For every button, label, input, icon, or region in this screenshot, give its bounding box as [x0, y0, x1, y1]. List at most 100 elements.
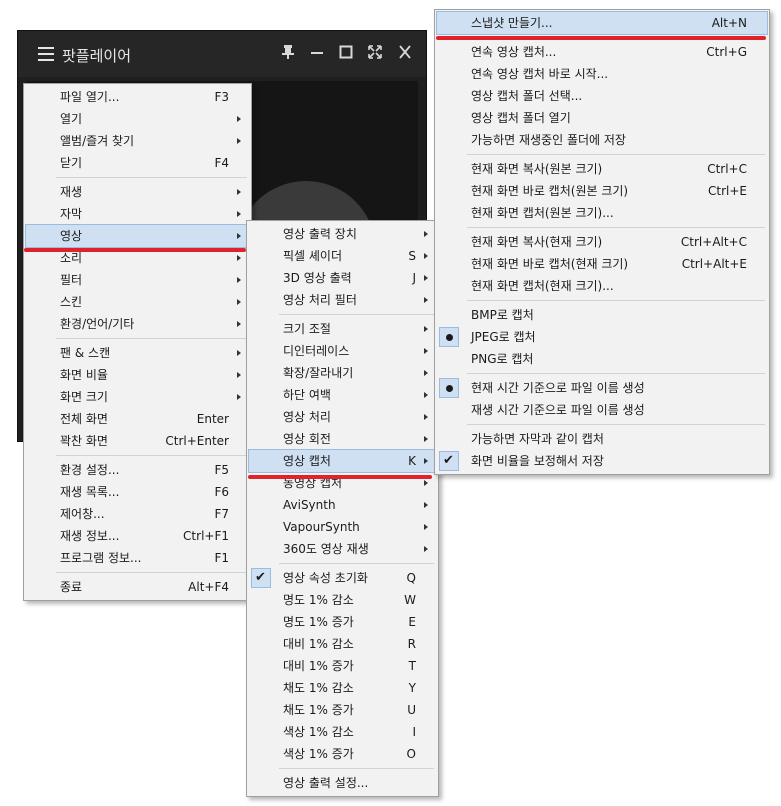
- main-menu-item[interactable]: 재생: [26, 181, 249, 203]
- capture-menu-item-label: 영상 캡처 폴더 선택...: [471, 89, 583, 103]
- capture-menu-item[interactable]: 재생 시간 기준으로 파일 이름 생성: [437, 399, 767, 421]
- main-menu-item-shortcut: F6: [214, 485, 229, 499]
- video-menu-item[interactable]: 영상 처리 필터: [249, 289, 436, 311]
- main-menu-item[interactable]: 재생 목록... F6: [26, 481, 249, 503]
- video-menu-item[interactable]: ✔ 영상 속성 초기화 Q: [249, 567, 436, 589]
- main-menu-item[interactable]: 자막: [26, 203, 249, 225]
- video-menu-item-label: 확장/잘라내기: [283, 366, 354, 380]
- video-menu-item[interactable]: 대비 1% 증가 T: [249, 655, 436, 677]
- capture-menu-item-label: 현재 화면 캡처(현재 크기)...: [471, 279, 614, 293]
- capture-menu-item-label: 현재 화면 바로 캡처(현재 크기): [471, 257, 629, 271]
- capture-menu-item[interactable]: 연속 영상 캡처 바로 시작...: [437, 63, 767, 85]
- video-menu-item-label: 크기 조절: [283, 322, 331, 336]
- main-menu-item-shortcut: F4: [214, 156, 229, 170]
- fullscreen-icon[interactable]: [365, 44, 385, 64]
- capture-menu-item[interactable]: 현재 화면 캡처(원본 크기)...: [437, 202, 767, 224]
- capture-menu-item[interactable]: 스냅샷 만들기... Alt+N: [436, 11, 768, 35]
- video-menu-item[interactable]: 색상 1% 증가 O: [249, 743, 436, 765]
- main-menu-item-label: 팬 & 스캔: [60, 346, 111, 360]
- video-menu-item[interactable]: 영상 회전: [249, 428, 436, 450]
- video-menu-item[interactable]: 하단 여백: [249, 384, 436, 406]
- video-menu-item[interactable]: 영상 캡처 K: [248, 449, 437, 473]
- main-menu-item[interactable]: 앨범/즐겨 찾기: [26, 130, 249, 152]
- capture-menu-item[interactable]: ✔ 화면 비율을 보정해서 저장: [437, 450, 767, 472]
- video-menu-item[interactable]: 확장/잘라내기: [249, 362, 436, 384]
- video-menu-item[interactable]: 크기 조절: [249, 318, 436, 340]
- main-menu-item[interactable]: 환경/언어/기타: [26, 313, 249, 335]
- capture-menu-item-shortcut: Ctrl+E: [708, 184, 747, 198]
- main-menu-item[interactable]: 화면 크기: [26, 386, 249, 408]
- main-menu-item[interactable]: 닫기 F4: [26, 152, 249, 174]
- video-submenu: 영상 출력 장치 픽셀 셰이더 S 3D 영상 출력 J 영상 처리 필터크기 조절디인터…: [246, 220, 439, 797]
- capture-menu-item[interactable]: 현재 화면 복사(원본 크기) Ctrl+C: [437, 158, 767, 180]
- main-menu-item[interactable]: 재생 정보... Ctrl+F1: [26, 525, 249, 547]
- main-menu-item[interactable]: 프로그램 정보... F1: [26, 547, 249, 569]
- video-menu-item[interactable]: 360도 영상 재생: [249, 538, 436, 560]
- capture-menu-separator: [467, 227, 765, 228]
- chevron-right-icon: [237, 394, 241, 400]
- video-menu-item-label: VapourSynth: [283, 520, 360, 534]
- main-menu-item[interactable]: 열기: [26, 108, 249, 130]
- main-menu-item[interactable]: 제어창... F7: [26, 503, 249, 525]
- capture-menu-item-label: 가능하면 자막과 같이 캡처: [471, 432, 604, 446]
- capture-menu-item[interactable]: 영상 캡처 폴더 선택...: [437, 85, 767, 107]
- video-menu-item-shortcut: W: [404, 593, 416, 607]
- capture-menu-item[interactable]: 가능하면 자막과 같이 캡처: [437, 428, 767, 450]
- capture-menu-item[interactable]: 연속 영상 캡처... Ctrl+G: [437, 41, 767, 63]
- video-menu-item[interactable]: 명도 1% 증가 E: [249, 611, 436, 633]
- main-menu-item[interactable]: 팬 & 스캔: [26, 342, 249, 364]
- video-menu-item[interactable]: 영상 출력 설정...: [249, 772, 436, 794]
- minimize-icon[interactable]: [307, 44, 327, 64]
- main-menu-item[interactable]: 스킨: [26, 291, 249, 313]
- main-menu-item[interactable]: 필터: [26, 269, 249, 291]
- video-menu-item-label: 대비 1% 증가: [283, 659, 354, 673]
- close-icon[interactable]: [395, 44, 415, 64]
- main-menu-item-label: 재생: [60, 185, 83, 199]
- main-menu-item[interactable]: 파일 열기... F3: [26, 86, 249, 108]
- capture-menu-item-shortcut: Ctrl+Alt+C: [680, 235, 747, 249]
- video-menu-item[interactable]: 3D 영상 출력 J: [249, 267, 436, 289]
- chevron-right-icon: [424, 502, 428, 508]
- capture-menu-item[interactable]: 가능하면 재생중인 폴더에 저장: [437, 129, 767, 151]
- main-menu-item[interactable]: 전체 화면 Enter: [26, 408, 249, 430]
- checkmark-icon: ✔: [439, 451, 459, 471]
- video-menu-item[interactable]: 채도 1% 감소 Y: [249, 677, 436, 699]
- main-menu-item[interactable]: 화면 비율: [26, 364, 249, 386]
- menu-icon[interactable]: [38, 47, 54, 61]
- radio-dot-icon: [439, 327, 459, 347]
- main-menu-item[interactable]: 영상: [25, 224, 250, 248]
- main-menu-item[interactable]: 환경 설정... F5: [26, 459, 249, 481]
- capture-menu-item[interactable]: PNG로 캡처: [437, 348, 767, 370]
- video-menu-item[interactable]: 픽셀 셰이더 S: [249, 245, 436, 267]
- capture-menu-item[interactable]: BMP로 캡처: [437, 304, 767, 326]
- video-menu-item[interactable]: 채도 1% 증가 U: [249, 699, 436, 721]
- video-menu-item[interactable]: AviSynth: [249, 494, 436, 516]
- main-menu-item-label: 환경/언어/기타: [60, 317, 135, 331]
- video-menu-item-label: 디인터레이스: [283, 344, 350, 358]
- main-menu-item[interactable]: 종료 Alt+F4: [26, 576, 249, 598]
- capture-menu-item[interactable]: 현재 화면 캡처(현재 크기)...: [437, 275, 767, 297]
- video-menu-item[interactable]: VapourSynth: [249, 516, 436, 538]
- main-menu-item[interactable]: 꽉찬 화면 Ctrl+Enter: [26, 430, 249, 452]
- video-menu-item[interactable]: 대비 1% 감소 R: [249, 633, 436, 655]
- chevron-right-icon: [424, 392, 428, 398]
- video-menu-item-label: AviSynth: [283, 498, 336, 512]
- video-menu-item-shortcut: Q: [406, 571, 416, 585]
- pin-icon[interactable]: [278, 44, 298, 64]
- annotation-line-video: [24, 248, 246, 252]
- capture-menu-item[interactable]: JPEG로 캡처: [437, 326, 767, 348]
- capture-menu-item[interactable]: 현재 시간 기준으로 파일 이름 생성: [437, 377, 767, 399]
- video-menu-item[interactable]: 영상 출력 장치: [249, 223, 436, 245]
- capture-menu-item[interactable]: 현재 화면 복사(현재 크기) Ctrl+Alt+C: [437, 231, 767, 253]
- capture-menu-item[interactable]: 현재 화면 바로 캡처(현재 크기) Ctrl+Alt+E: [437, 253, 767, 275]
- video-menu-item[interactable]: 디인터레이스: [249, 340, 436, 362]
- main-menu-item-shortcut: F3: [214, 90, 229, 104]
- video-menu-item[interactable]: 영상 처리: [249, 406, 436, 428]
- capture-menu-item[interactable]: 현재 화면 바로 캡처(원본 크기) Ctrl+E: [437, 180, 767, 202]
- video-menu-item[interactable]: 명도 1% 감소 W: [249, 589, 436, 611]
- maximize-icon[interactable]: [336, 44, 356, 64]
- capture-menu-separator: [467, 154, 765, 155]
- capture-menu-separator: [467, 373, 765, 374]
- video-menu-item[interactable]: 색상 1% 감소 I: [249, 721, 436, 743]
- capture-menu-item[interactable]: 영상 캡처 폴더 열기: [437, 107, 767, 129]
